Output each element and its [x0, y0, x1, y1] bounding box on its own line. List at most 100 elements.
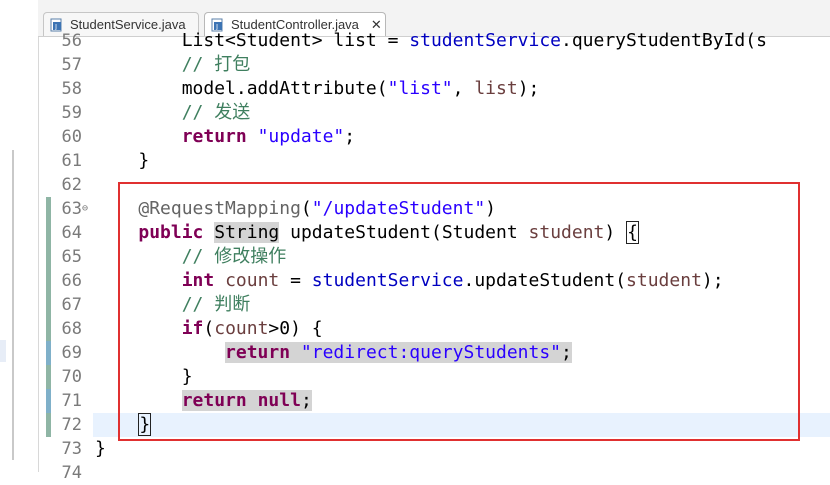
- code-token: }: [95, 438, 106, 459]
- code-token: studentService: [409, 30, 561, 51]
- change-marker: [46, 197, 51, 221]
- change-marker: [46, 293, 51, 317]
- code-token: // 打包: [95, 54, 251, 75]
- code-editor[interactable]: 56 List<Student> list = studentService.q…: [38, 30, 830, 483]
- code-token: // 修改操作: [95, 246, 287, 267]
- code-line: model.addAttribute("list", list);: [95, 77, 540, 101]
- line-number: 67: [61, 295, 82, 315]
- code-token: ): [604, 222, 627, 243]
- code-token: "redirect:queryStudents": [300, 342, 562, 363]
- code-token: ): [485, 198, 496, 219]
- code-token: String: [214, 222, 280, 243]
- line-number: 56: [61, 31, 82, 51]
- change-marker: [46, 389, 51, 413]
- code-token: return: [181, 390, 247, 411]
- line-number: 61: [61, 151, 82, 171]
- code-line: int count = studentService.updateStudent…: [95, 269, 724, 293]
- line-number: 71: [61, 391, 82, 411]
- change-ruler: [46, 36, 52, 472]
- code-token: return: [181, 126, 247, 147]
- code-line: @RequestMapping("/updateStudent"): [95, 197, 496, 221]
- code-token: }: [95, 366, 193, 387]
- code-line: // 判断: [95, 293, 251, 317]
- code-token: student: [528, 222, 605, 243]
- code-token: {: [626, 221, 639, 244]
- line-number: 68: [61, 319, 82, 339]
- code-line: }: [95, 413, 152, 437]
- code-token: // 发送: [95, 102, 251, 123]
- code-line: // 修改操作: [95, 245, 287, 269]
- code-token: "/updateStudent": [311, 198, 486, 219]
- change-marker: [46, 269, 51, 293]
- code-line: // 发送: [95, 101, 251, 125]
- code-token: ;: [300, 390, 312, 411]
- change-marker: [46, 365, 51, 389]
- line-number: 66: [61, 271, 82, 291]
- line-number: 65: [61, 247, 82, 267]
- line-number: 64: [61, 223, 82, 243]
- code-token: student: [626, 270, 702, 291]
- line-number: 58: [61, 79, 82, 99]
- code-line: // 打包: [95, 53, 251, 77]
- line-number: 63: [61, 199, 82, 219]
- change-marker: [46, 341, 51, 365]
- code-token: updateStudent(Student: [279, 222, 529, 243]
- code-token: public: [138, 222, 204, 243]
- code-token: .queryStudentById(s: [561, 30, 767, 51]
- code-line: return "update";: [95, 125, 355, 149]
- left-panel-strip: [0, 0, 39, 472]
- code-line: return "redirect:queryStudents";: [95, 341, 572, 365]
- change-marker: [46, 245, 51, 269]
- code-token: model.addAttribute(: [95, 78, 388, 99]
- code-token: [246, 390, 258, 411]
- fold-collapse-icon[interactable]: ⊖: [82, 197, 88, 221]
- change-marker: [46, 413, 51, 437]
- code-token: ;: [344, 126, 356, 147]
- change-marker: [46, 221, 51, 245]
- code-token: List<Student> list =: [95, 30, 410, 51]
- code-token: list: [474, 78, 518, 99]
- code-token: .updateStudent(: [463, 270, 627, 291]
- line-number: 62: [61, 175, 82, 195]
- code-line: if(count>0) {: [95, 317, 323, 341]
- code-token: ;: [561, 342, 572, 363]
- code-line: }: [95, 365, 193, 389]
- line-number: 60: [61, 127, 82, 147]
- code-line: public String updateStudent(Student stud…: [95, 221, 639, 245]
- line-number: 69: [61, 343, 82, 363]
- code-token: studentService: [311, 270, 464, 291]
- code-token: ,: [452, 78, 475, 99]
- code-line: }: [95, 149, 149, 173]
- code-token: >0) {: [268, 318, 323, 339]
- line-number: 70: [61, 367, 82, 387]
- code-token: );: [701, 270, 724, 291]
- code-token: if: [181, 318, 204, 339]
- code-token: "update": [257, 126, 345, 147]
- code-token: int: [181, 270, 215, 291]
- line-number: 72: [61, 415, 82, 435]
- code-token: return: [225, 342, 291, 363]
- code-token: }: [95, 150, 150, 171]
- code-token: );: [517, 78, 540, 99]
- panel-divider: [12, 150, 14, 460]
- change-marker: [46, 317, 51, 341]
- code-token: count: [214, 318, 269, 339]
- line-number: 57: [61, 55, 82, 75]
- code-line: return null;: [95, 389, 312, 413]
- code-token: @RequestMapping: [138, 198, 301, 219]
- current-line-highlight: [93, 413, 830, 437]
- code-line: }: [95, 437, 106, 461]
- code-token: (: [203, 318, 215, 339]
- code-token: }: [138, 413, 152, 436]
- code-token: // 判断: [95, 294, 251, 315]
- code-token: "list": [387, 78, 453, 99]
- line-number: 59: [61, 103, 82, 123]
